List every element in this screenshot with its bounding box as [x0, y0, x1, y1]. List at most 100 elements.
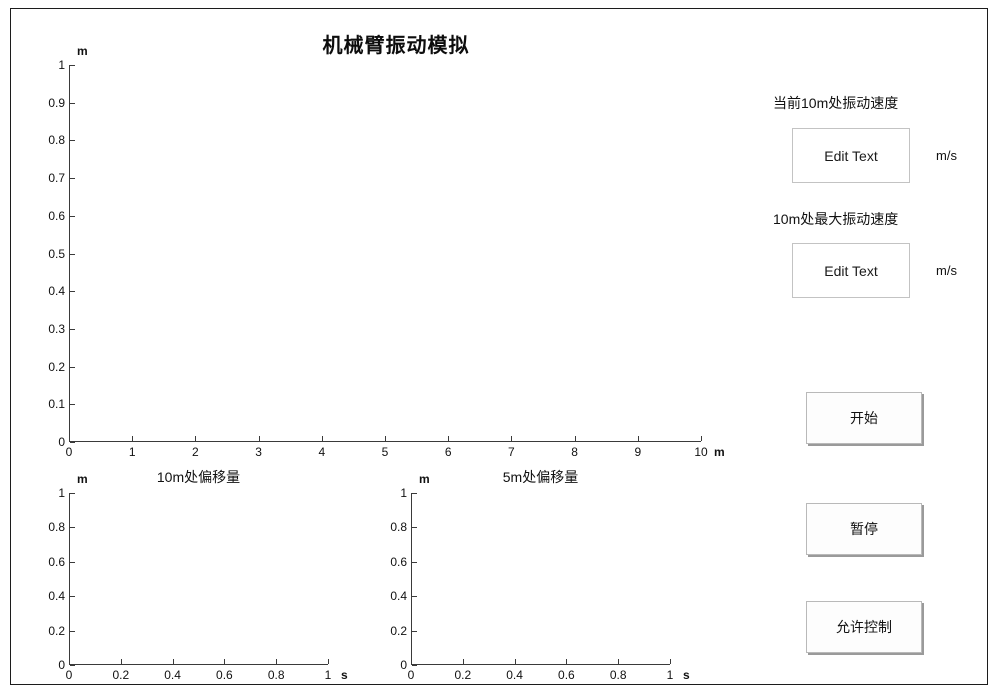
subplot-5m-y-tick: [412, 493, 417, 494]
subplot-5m-y-unit: m: [419, 472, 430, 486]
subplot-5m-x-tick-label: 0.8: [609, 668, 627, 682]
main-plot-y-tick: [70, 404, 75, 406]
main-plot-x-tick: [511, 436, 513, 441]
subplot-10m-x-unit: s: [341, 668, 348, 682]
subplot-5m-x-tick: [462, 659, 464, 664]
main-plot-y-tick: [70, 215, 75, 217]
max-speed-label: 10m处最大振动速度: [773, 211, 899, 227]
main-plot-y-tick: [70, 291, 75, 293]
main-plot-y-tick: [70, 102, 75, 104]
subplot-10m-y-tick: [70, 493, 75, 494]
subplot-5m-x-tick: [670, 659, 671, 664]
main-plot-x-tick: [385, 436, 386, 441]
main-plot-y-tick: [70, 140, 75, 142]
subplot-5m-y-tick: [412, 561, 417, 563]
subplot-10m-y-tick-label: 0.4: [48, 589, 65, 604]
subplot-10m-x-tick: [328, 659, 329, 664]
main-plot-y-tick-label: 0.4: [48, 284, 65, 299]
subplot-10m-x-tick-label: 0: [65, 668, 73, 682]
current-speed-unit: m/s: [936, 148, 957, 163]
subplot-10m-y-axis-line: [69, 493, 70, 665]
main-plot-axes: m m 0 0.1 0.2 0.3 0.4 0.5 0.6 0.7 0.8 0.9 1 0 1 2 3 4 5 6…: [48, 44, 724, 459]
main-plot-y-tick: [70, 65, 75, 66]
main-plot-x-tick: [637, 436, 639, 441]
subplot-5m-y-tick: [412, 665, 417, 666]
main-plot-x-tick: [195, 436, 197, 441]
main-plot-x-tick-label: 5: [381, 445, 389, 459]
subplot-5m-canvas: [411, 493, 670, 665]
subplot-5m-x-tick: [411, 659, 412, 664]
start-button[interactable]: 开始: [806, 392, 922, 444]
pause-button[interactable]: 暂停: [806, 503, 922, 555]
subplot-5m-x-tick: [514, 659, 516, 664]
max-speed-input[interactable]: Edit Text: [792, 243, 910, 298]
subplot-10m-axes: 10m处偏移量 m s 0 0.2 0.4 0.6 0.8 1 0 0.2 0.4 0.6 0.8 1: [48, 469, 347, 682]
main-plot-y-tick-label: 0.5: [48, 246, 65, 261]
main-plot-y-tick: [70, 366, 75, 368]
main-plot-x-tick-label: 2: [192, 445, 199, 459]
subplot-5m-axes: 5m处偏移量 m s 0 0.2 0.4 0.6 0.8 1 0 0.2 0.4 0.6 0.8 1: [390, 469, 689, 682]
main-plot-y-unit: m: [77, 44, 88, 58]
main-plot-x-tick-label: 7: [508, 445, 515, 459]
subplot-5m-x-tick-label: 0: [407, 668, 415, 682]
subplot-10m-y-tick: [70, 665, 75, 666]
current-speed-input[interactable]: Edit Text: [792, 128, 910, 183]
main-plot-x-tick: [448, 436, 450, 441]
subplot-5m-y-tick-label: 0.2: [390, 623, 407, 638]
main-plot-x-tick-label: 8: [571, 445, 578, 459]
subplot-5m-y-tick-label: 0: [400, 658, 407, 672]
main-plot-x-tick-label: 10: [694, 445, 708, 459]
main-plot-y-tick: [70, 253, 75, 255]
subplot-10m-y-tick: [70, 527, 75, 529]
subplot-5m-x-tick: [618, 659, 620, 664]
main-plot-x-tick: [132, 436, 134, 441]
main-plot-x-tick-label: 1: [128, 445, 136, 459]
main-plot-x-tick: [69, 436, 70, 441]
allow-control-button[interactable]: 允许控制: [806, 601, 922, 653]
subplot-10m-x-tick-label: 0.4: [164, 668, 181, 682]
subplot-10m-x-tick-label: 0.2: [112, 668, 130, 682]
main-plot-x-tick: [258, 436, 260, 441]
main-plot-x-tick-label: 0: [65, 445, 73, 459]
subplot-10m-y-tick-label: 1: [58, 486, 65, 500]
subplot-10m-y-tick-label: 0.2: [48, 623, 65, 638]
subplot-5m-y-tick-label: 0.4: [390, 589, 407, 604]
subplot-10m-x-tick-label: 0.8: [267, 668, 285, 682]
subplot-5m-x-tick-label: 0.4: [506, 668, 523, 682]
main-plot-y-tick-label: 0.1: [48, 397, 65, 412]
main-plot-x-tick-label: 4: [318, 445, 326, 459]
subplot-5m-y-tick-label: 0.8: [390, 520, 407, 535]
subplot-5m-x-tick-label: 0.2: [454, 668, 472, 682]
subplot-10m-y-tick-label: 0.8: [48, 520, 65, 535]
subplot-10m-y-tick-label: 0: [58, 658, 65, 672]
main-plot-x-tick-label: 6: [444, 445, 452, 459]
main-plot-y-tick: [70, 178, 75, 180]
main-plot-canvas: [69, 65, 701, 442]
subplot-10m-x-tick-label: 1: [324, 668, 332, 682]
subplot-5m-y-tick: [412, 630, 417, 632]
subplot-5m-y-axis-line: [411, 493, 412, 665]
subplot-10m-title: 10m处偏移量: [156, 469, 241, 485]
subplot-10m-y-tick: [70, 596, 75, 598]
subplot-5m-title: 5m处偏移量: [502, 469, 579, 485]
subplot-5m-y-tick: [412, 596, 417, 598]
main-plot-y-tick-label: 1: [58, 58, 65, 72]
subplot-10m-x-tick: [172, 659, 174, 664]
main-plot-y-tick: [70, 442, 75, 443]
main-plot-x-axis-line: [69, 441, 701, 442]
main-plot-y-tick-label: 0.9: [48, 95, 65, 110]
subplot-10m-x-tick: [69, 659, 70, 664]
subplot-10m-x-tick: [276, 659, 278, 664]
subplot-5m-x-tick: [566, 659, 568, 664]
subplot-5m-x-axis-line: [411, 664, 670, 665]
subplot-5m-y-tick: [412, 527, 417, 529]
subplot-5m-x-unit: s: [683, 668, 690, 682]
subplot-5m-x-tick-label: 0.6: [558, 668, 575, 682]
main-plot-y-tick-label: 0: [58, 435, 65, 449]
main-plot-y-tick-label: 0.6: [48, 208, 65, 223]
main-plot-x-unit: m: [714, 445, 725, 459]
subplot-10m-x-tick: [120, 659, 122, 664]
subplot-10m-y-unit: m: [77, 472, 88, 486]
main-plot-x-tick-label: 3: [255, 445, 262, 459]
main-plot-y-tick: [70, 328, 75, 330]
